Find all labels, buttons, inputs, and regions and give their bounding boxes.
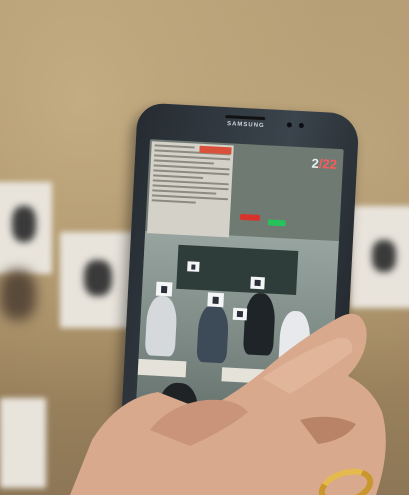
photo-scene: SAMSUNG 2/22 [0, 0, 409, 495]
holding-hand [70, 313, 386, 495]
